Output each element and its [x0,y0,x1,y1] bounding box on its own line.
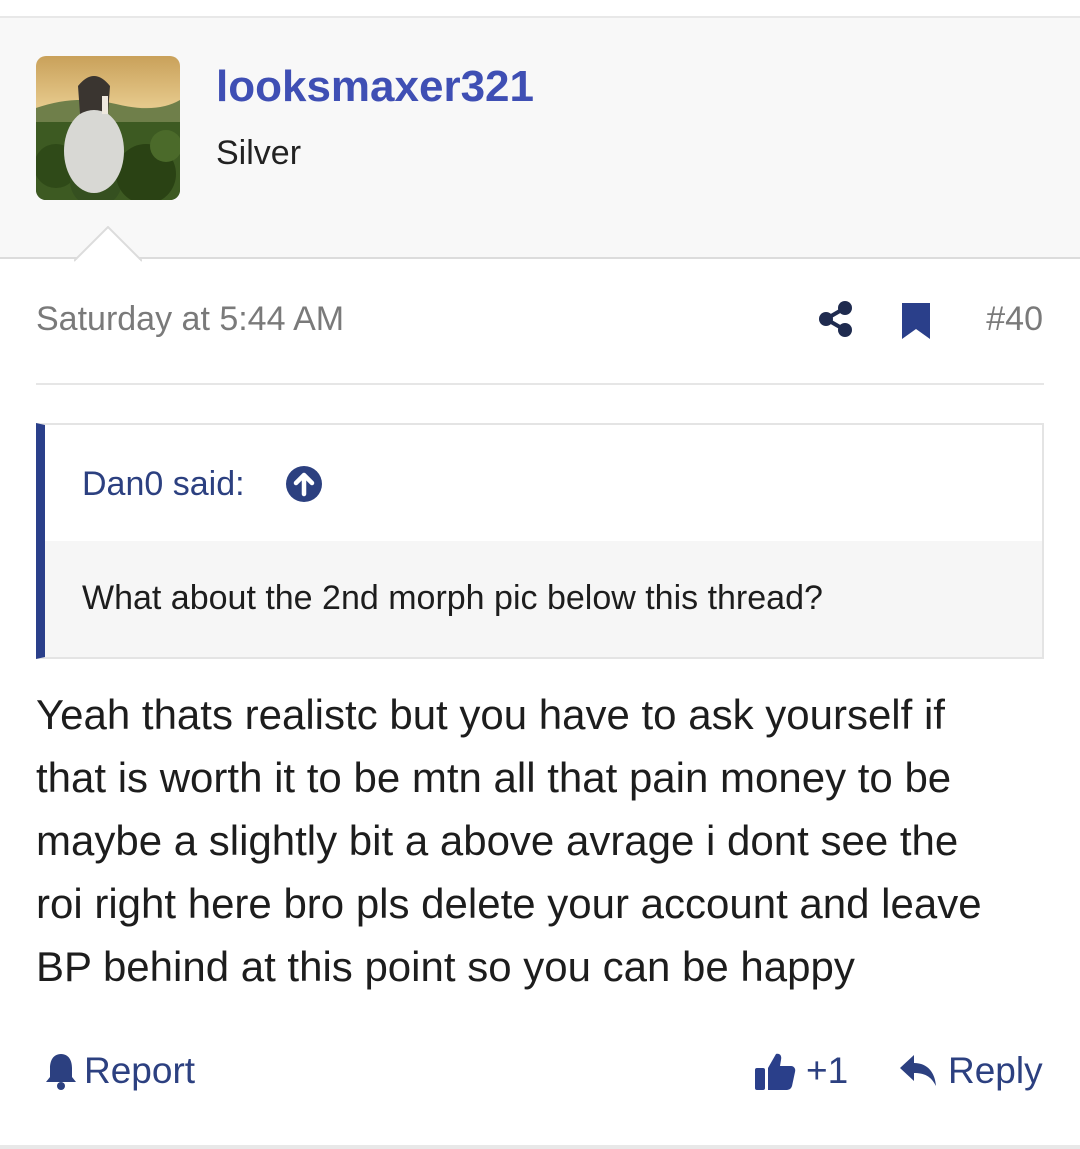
quote-block: Dan0 said: What about the 2nd morph pic … [36,423,1044,659]
quote-text: What about the 2nd morph pic below this … [82,579,823,617]
reply-arrow-icon [900,1055,936,1086]
forum-post: looksmaxer321 Silver Saturday at 5:44 AM… [0,0,1080,1149]
avatar[interactable] [36,56,180,200]
thumbs-up-icon [755,1053,796,1090]
message-line: that is worth it to be mtn all that pain… [36,754,952,801]
caret-pointer-icon [74,226,142,262]
like-count: +1 [806,1050,849,1091]
share-icon[interactable] [818,300,854,338]
report-button[interactable]: Report [44,1048,195,1094]
message-line: Yeah thats realistc but you have to ask … [36,691,945,738]
like-button[interactable]: +1 [754,1048,848,1094]
reply-button[interactable]: Reply [898,1048,1043,1094]
post-date[interactable]: Saturday at 5:44 AM [36,300,344,339]
post-user-block: looksmaxer321 Silver [0,16,1080,262]
reply-label: Reply [948,1050,1043,1091]
post-number-link[interactable]: #40 [986,300,1043,339]
username-link[interactable]: looksmaxer321 [216,62,534,112]
report-label: Report [84,1050,196,1091]
quote-body: What about the 2nd morph pic below this … [45,541,1042,657]
bookmark-icon[interactable] [900,302,932,340]
divider [36,383,1044,385]
arrow-up-circle-icon[interactable] [285,465,323,503]
user-title: Silver [216,134,302,172]
divider [0,1145,1080,1149]
message-line: roi right here bro pls delete your accou… [36,880,982,927]
message-line: BP behind at this point so you can be ha… [36,943,855,990]
quote-header: Dan0 said: [45,425,1042,541]
post-message: Yeah thats realistc but you have to ask … [36,683,1046,998]
bell-icon [46,1054,76,1090]
message-line: maybe a slightly bit a above avrage i do… [36,817,959,864]
quote-author-link[interactable]: Dan0 said: [82,465,245,504]
avatar-photo [36,56,180,200]
